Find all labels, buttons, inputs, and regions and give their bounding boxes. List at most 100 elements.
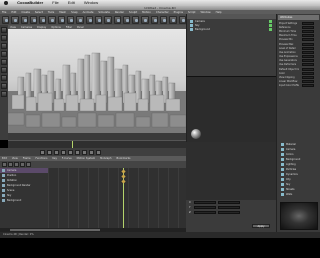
visibility-icon[interactable] bbox=[269, 23, 272, 27]
attribute-field[interactable] bbox=[302, 46, 314, 50]
motion-mode-icon[interactable] bbox=[14, 162, 19, 167]
link-icon[interactable] bbox=[20, 162, 25, 167]
camera-icon[interactable] bbox=[178, 15, 186, 24]
nurbs-icon[interactable] bbox=[141, 15, 149, 24]
layer-icon bbox=[281, 153, 284, 156]
fcurve-mode-icon[interactable] bbox=[8, 162, 13, 167]
3d-viewport[interactable] bbox=[8, 29, 186, 133]
attribute-field[interactable] bbox=[302, 63, 314, 67]
apple-icon[interactable] bbox=[4, 0, 8, 5]
attribute-field[interactable] bbox=[302, 84, 314, 88]
track-row[interactable]: Background bbox=[0, 198, 48, 203]
spline-icon[interactable] bbox=[132, 15, 140, 24]
select-icon[interactable] bbox=[20, 15, 28, 24]
visibility-icon[interactable] bbox=[269, 19, 272, 23]
render-view-icon[interactable] bbox=[94, 15, 103, 24]
attribute-row[interactable]: Preview Max bbox=[277, 42, 320, 46]
attribute-field[interactable] bbox=[302, 34, 314, 38]
redo-icon[interactable] bbox=[11, 15, 19, 24]
move-icon[interactable] bbox=[29, 15, 38, 24]
attribute-field[interactable] bbox=[302, 59, 314, 63]
go-to-end-icon[interactable] bbox=[82, 149, 87, 155]
attribute-field[interactable] bbox=[302, 76, 314, 80]
attribute-row[interactable]: Use Generators bbox=[277, 59, 320, 63]
texture-mode-icon[interactable] bbox=[1, 35, 7, 41]
attribute-row[interactable]: View Clipping bbox=[277, 75, 320, 80]
object-row[interactable]: Background bbox=[187, 27, 276, 31]
attribute-field[interactable] bbox=[302, 67, 314, 71]
attribute-label: Use Generators bbox=[279, 59, 297, 63]
coord-field[interactable] bbox=[218, 211, 240, 214]
axis-mode-icon[interactable] bbox=[1, 67, 7, 73]
record-icon[interactable] bbox=[89, 149, 94, 155]
timeline-tracks: Camera Position Rotation Background Rend… bbox=[0, 168, 48, 228]
scrollbar-thumb[interactable] bbox=[10, 229, 100, 231]
x-axis-icon[interactable] bbox=[57, 15, 66, 24]
attribute-row[interactable]: Reference bbox=[277, 25, 320, 29]
coord-field[interactable] bbox=[194, 201, 216, 204]
attribute-row[interactable]: Default Object Color bbox=[277, 67, 320, 71]
preview-thumbnail[interactable] bbox=[280, 202, 318, 230]
attribute-row[interactable]: Maximum Time bbox=[277, 34, 320, 38]
next-key-icon[interactable] bbox=[75, 149, 80, 155]
key-mode-icon[interactable] bbox=[2, 162, 7, 167]
prev-key-icon[interactable] bbox=[47, 149, 52, 155]
apply-button[interactable]: Apply bbox=[252, 224, 270, 228]
coord-system-icon[interactable] bbox=[85, 15, 93, 24]
cube-icon[interactable] bbox=[122, 15, 131, 24]
attribute-field[interactable] bbox=[302, 50, 314, 54]
autokey-icon[interactable] bbox=[96, 149, 101, 155]
visibility-icon[interactable] bbox=[269, 27, 272, 31]
attribute-field[interactable] bbox=[302, 25, 314, 29]
go-to-start-icon[interactable] bbox=[40, 149, 45, 155]
workplane-icon[interactable] bbox=[1, 91, 7, 97]
coord-field[interactable] bbox=[194, 206, 216, 209]
attribute-field[interactable] bbox=[302, 38, 314, 42]
coord-field[interactable] bbox=[218, 201, 240, 204]
tweak-mode-icon[interactable] bbox=[1, 75, 7, 81]
coord-field[interactable] bbox=[194, 211, 216, 214]
timeline-ruler[interactable] bbox=[8, 140, 186, 149]
model-mode-icon[interactable] bbox=[1, 27, 7, 33]
layer-row[interactable]: Walls bbox=[277, 192, 320, 197]
zoom-icon[interactable] bbox=[26, 162, 31, 167]
attribute-row[interactable]: Minimum Time bbox=[277, 29, 320, 33]
points-mode-icon[interactable] bbox=[1, 43, 7, 49]
material-preview-ball[interactable] bbox=[191, 129, 201, 139]
z-axis-icon[interactable] bbox=[76, 15, 84, 24]
attribute-field[interactable] bbox=[302, 71, 314, 75]
attribute-row[interactable]: Linear Workflow bbox=[277, 80, 320, 84]
y-axis-icon[interactable] bbox=[67, 15, 75, 24]
play-icon[interactable] bbox=[61, 149, 66, 155]
render-picture-icon[interactable] bbox=[104, 15, 112, 24]
attribute-row[interactable]: Use Animation bbox=[277, 50, 320, 54]
prev-frame-icon[interactable] bbox=[54, 149, 59, 155]
rotate-icon[interactable] bbox=[48, 15, 56, 24]
array-icon[interactable] bbox=[150, 15, 159, 24]
snap-icon[interactable] bbox=[1, 83, 7, 89]
attribute-row[interactable]: Use Expressions bbox=[277, 55, 320, 59]
attributes-tab[interactable]: Attributes bbox=[278, 15, 319, 20]
attribute-row[interactable]: Level of Detail bbox=[277, 46, 320, 50]
attribute-field[interactable] bbox=[302, 42, 314, 46]
attribute-field[interactable] bbox=[302, 80, 314, 84]
edges-mode-icon[interactable] bbox=[1, 51, 7, 57]
attribute-row[interactable]: Project Settings bbox=[277, 21, 320, 25]
attribute-row[interactable]: Use Deformers bbox=[277, 63, 320, 67]
render-settings-icon[interactable] bbox=[113, 15, 121, 24]
attribute-field[interactable] bbox=[302, 29, 314, 33]
attribute-row[interactable]: Input Color Profile bbox=[277, 84, 320, 88]
attribute-row[interactable]: Color bbox=[277, 71, 320, 75]
undo-icon[interactable] bbox=[2, 15, 10, 24]
attribute-field[interactable] bbox=[302, 55, 314, 59]
next-frame-icon[interactable] bbox=[68, 149, 73, 155]
coord-label: X bbox=[189, 201, 191, 204]
polygons-mode-icon[interactable] bbox=[1, 59, 7, 65]
deformer-icon[interactable] bbox=[160, 15, 168, 24]
attribute-row[interactable]: Preview Min bbox=[277, 38, 320, 42]
scene-icon[interactable] bbox=[169, 15, 177, 24]
coord-field[interactable] bbox=[218, 206, 240, 209]
attribute-field[interactable] bbox=[302, 21, 314, 25]
dopesheet[interactable] bbox=[48, 168, 186, 228]
scale-icon[interactable] bbox=[39, 15, 47, 24]
